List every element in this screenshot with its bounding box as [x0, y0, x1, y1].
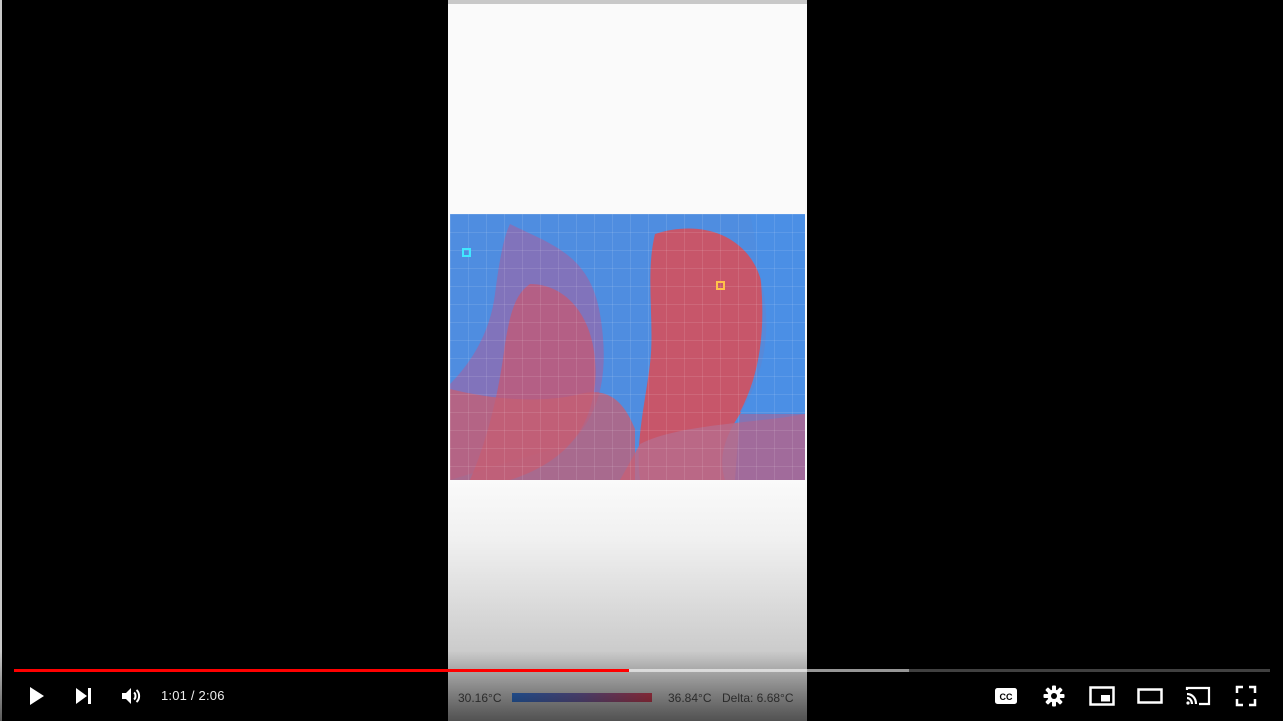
volume-button[interactable]: [111, 676, 151, 716]
video-player[interactable]: 30.16°C 36.84°C Delta: 6.68°C 1:01 / 2:0…: [0, 0, 1283, 721]
video-top-line: [448, 0, 807, 4]
miniplayer-button[interactable]: [1082, 676, 1122, 716]
play-button[interactable]: [16, 676, 56, 716]
theater-mode-icon: [1137, 688, 1163, 704]
fullscreen-button[interactable]: [1226, 676, 1266, 716]
video-frame[interactable]: 30.16°C 36.84°C Delta: 6.68°C: [448, 0, 807, 721]
cast-button[interactable]: [1178, 676, 1218, 716]
progress-bar[interactable]: [14, 666, 1270, 674]
fullscreen-icon: [1235, 685, 1257, 707]
settings-button[interactable]: [1034, 676, 1074, 716]
next-button[interactable]: [64, 676, 104, 716]
control-bar: 1:01 / 2:06 CC: [0, 676, 1283, 716]
thermal-image: [450, 214, 805, 480]
theater-mode-button[interactable]: [1130, 676, 1170, 716]
time-separator: /: [187, 688, 199, 703]
cold-spot-marker: [462, 248, 471, 257]
gear-icon: [1043, 685, 1065, 707]
progress-played: [14, 669, 629, 672]
skip-next-icon: [76, 688, 91, 704]
play-icon: [30, 687, 44, 705]
current-time: 1:01: [161, 688, 188, 703]
duration: 2:06: [198, 688, 225, 703]
time-display: 1:01 / 2:06: [161, 688, 225, 703]
hot-spot-marker: [716, 281, 725, 290]
player-edge: [0, 0, 2, 721]
svg-text:CC: CC: [1000, 692, 1013, 702]
closed-captions-icon: CC: [995, 688, 1017, 704]
subtitles-button[interactable]: CC: [986, 676, 1026, 716]
miniplayer-icon: [1089, 686, 1115, 706]
volume-icon: [122, 688, 141, 704]
thermal-grid: [450, 214, 805, 480]
cast-icon: [1185, 686, 1211, 706]
